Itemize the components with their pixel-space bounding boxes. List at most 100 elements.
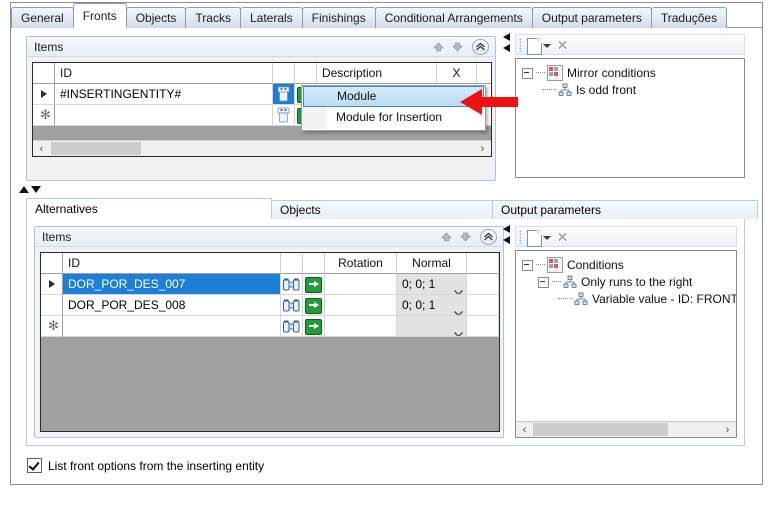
bottom-cell-find[interactable] <box>281 274 303 295</box>
chevron-down-icon[interactable] <box>454 303 463 315</box>
node-icon <box>558 83 572 97</box>
binoculars-icon <box>283 320 300 333</box>
tab-output-parameters-bottom[interactable]: Output parameters <box>492 200 758 219</box>
move-up-icon[interactable] <box>438 229 455 245</box>
bottom-cell-find[interactable] <box>281 295 303 316</box>
bottom-grid-header-normal[interactable]: Normal <box>397 253 467 274</box>
hscroll-right-arrow-icon[interactable]: › <box>474 141 491 156</box>
top-row-indicator-new[interactable]: ✻ <box>33 105 55 126</box>
chevron-down-icon[interactable] <box>454 324 463 336</box>
tab-page-fronts: Items ID Description X #INSERTINGENTITY#… <box>11 28 762 484</box>
top-grid-header-description[interactable]: Description <box>317 63 437 84</box>
module-context-menu[interactable]: Module Module for Insertion <box>301 85 486 131</box>
top-cell-id[interactable]: #INSERTINGENTITY# <box>55 84 273 105</box>
tab-fronts[interactable]: Fronts <box>72 3 127 28</box>
bottom-cell-green-action[interactable] <box>303 316 325 337</box>
tab-general[interactable]: General <box>11 7 74 28</box>
bottom-cell-green-action[interactable] <box>303 295 325 316</box>
bottom-items-grid[interactable]: ID Rotation Normal DOR_POR_DES_007 0; 0;… <box>40 252 500 432</box>
tab-output-parameters[interactable]: Output parameters <box>531 7 652 28</box>
bottom-cell-id[interactable]: DOR_POR_DES_008 <box>63 295 281 316</box>
toolbar-grip[interactable] <box>519 230 522 244</box>
table-row[interactable]: ✻ <box>41 316 499 337</box>
bottom-cell-normal[interactable] <box>397 316 467 337</box>
top-grid-header-id[interactable]: ID <box>55 63 273 84</box>
expander-icon[interactable] <box>522 259 533 271</box>
top-cell-picker[interactable] <box>273 105 295 126</box>
collapse-panel-icon[interactable] <box>472 39 489 55</box>
list-front-options-checkbox[interactable]: List front options from the inserting en… <box>27 458 264 473</box>
hscroll-thumb[interactable] <box>51 142 141 155</box>
tab-laterals[interactable]: Laterals <box>239 7 303 28</box>
hscroll-left-arrow-icon[interactable]: ‹ <box>516 422 533 437</box>
close-icon[interactable]: ✕ <box>556 38 569 52</box>
tab-alternatives[interactable]: Alternatives <box>26 198 272 219</box>
top-items-header: Items <box>27 37 495 57</box>
bottom-row-indicator-current[interactable] <box>41 274 63 295</box>
hscroll-thumb[interactable] <box>533 423 668 436</box>
bottom-cell-rotation[interactable] <box>325 316 397 337</box>
bottom-cell-id[interactable]: DOR_POR_DES_007 <box>63 274 281 295</box>
top-cell-id[interactable] <box>55 105 273 126</box>
tab-tracks[interactable]: Tracks <box>185 7 241 28</box>
bottom-grid-header-rotation[interactable]: Rotation <box>325 253 397 274</box>
table-row[interactable]: DOR_POR_DES_007 0; 0; 1 <box>41 274 499 295</box>
bottom-collapse-marker[interactable] <box>502 224 512 251</box>
top-collapse-marker[interactable] <box>502 32 512 59</box>
context-menu-item-module[interactable]: Module <box>303 86 484 107</box>
tree-node-only-runs-to-the-right[interactable]: Only runs to the right <box>538 274 692 290</box>
chevron-down-icon[interactable] <box>543 44 551 48</box>
top-cell-picker[interactable] <box>273 84 295 105</box>
move-down-icon[interactable] <box>449 39 466 55</box>
new-document-icon[interactable] <box>527 230 542 247</box>
hscroll-right-arrow-icon[interactable]: › <box>719 422 736 437</box>
bottom-grid-header-id[interactable]: ID <box>63 253 281 274</box>
tree-connector <box>558 298 572 300</box>
bottom-row-indicator-new[interactable]: ✻ <box>41 316 63 337</box>
context-menu-item-module-for-insertion[interactable]: Module for Insertion <box>302 107 485 128</box>
bottom-row-indicator[interactable] <box>41 295 63 316</box>
chevron-down-icon[interactable] <box>454 282 463 294</box>
expander-icon[interactable] <box>538 276 549 288</box>
checkbox-indicator[interactable] <box>27 458 42 473</box>
tab-conditional-arrangements[interactable]: Conditional Arrangements <box>374 7 533 28</box>
bottom-cell-id[interactable] <box>63 316 281 337</box>
bottom-cell-rotation[interactable] <box>325 274 397 295</box>
chevron-down-icon[interactable] <box>543 236 551 240</box>
top-grid-header-x[interactable]: X <box>437 63 477 84</box>
close-icon[interactable]: ✕ <box>556 230 569 244</box>
conditions-tree[interactable]: Conditions Only runs to the right Variab… <box>515 250 737 438</box>
bottom-cell-normal[interactable]: 0; 0; 1 <box>397 295 467 316</box>
tab-objects-bottom[interactable]: Objects <box>271 200 493 219</box>
node-icon <box>563 275 577 289</box>
toolbar-grip[interactable] <box>519 38 522 52</box>
bottom-cell-find[interactable] <box>281 316 303 337</box>
hscroll-left-arrow-icon[interactable]: ‹ <box>33 141 50 156</box>
tree-node-mirror-conditions[interactable]: Mirror conditions <box>522 65 656 81</box>
tree-node-conditions[interactable]: Conditions <box>522 257 624 273</box>
bottom-cell-green-action[interactable] <box>303 274 325 295</box>
tab-objects[interactable]: Objects <box>125 7 187 28</box>
new-document-icon[interactable] <box>527 38 542 55</box>
move-up-icon[interactable] <box>430 39 447 55</box>
move-down-icon[interactable] <box>457 229 474 245</box>
top-row-indicator-current[interactable] <box>33 84 55 105</box>
top-grid-hscrollbar[interactable]: ‹ › <box>33 140 491 156</box>
tree-node-is-odd-front[interactable]: Is odd front <box>542 82 636 98</box>
tab-finishings[interactable]: Finishings <box>301 7 376 28</box>
tree-hscrollbar[interactable]: ‹ › <box>516 421 736 437</box>
splitter-handle[interactable] <box>18 185 42 197</box>
bottom-grid-empty-area <box>41 337 499 431</box>
bottom-cell-normal[interactable]: 0; 0; 1 <box>397 274 467 295</box>
bottom-cell-rotation[interactable] <box>325 295 397 316</box>
tree-node-variable-value[interactable]: Variable value - ID: FRONTN <box>558 291 736 307</box>
mirror-conditions-tree[interactable]: Mirror conditions Is odd front <box>515 58 745 178</box>
tab-label: Conditional Arrangements <box>384 11 523 25</box>
green-arrow-icon <box>305 319 322 335</box>
expander-icon[interactable] <box>522 67 533 79</box>
table-row[interactable]: DOR_POR_DES_008 0; 0; 1 <box>41 295 499 316</box>
tab-label: Laterals <box>249 11 293 25</box>
bottom-cell-filler <box>467 295 499 316</box>
tab-traducoes[interactable]: Traduções <box>650 7 728 28</box>
collapse-panel-icon[interactable] <box>480 229 497 245</box>
